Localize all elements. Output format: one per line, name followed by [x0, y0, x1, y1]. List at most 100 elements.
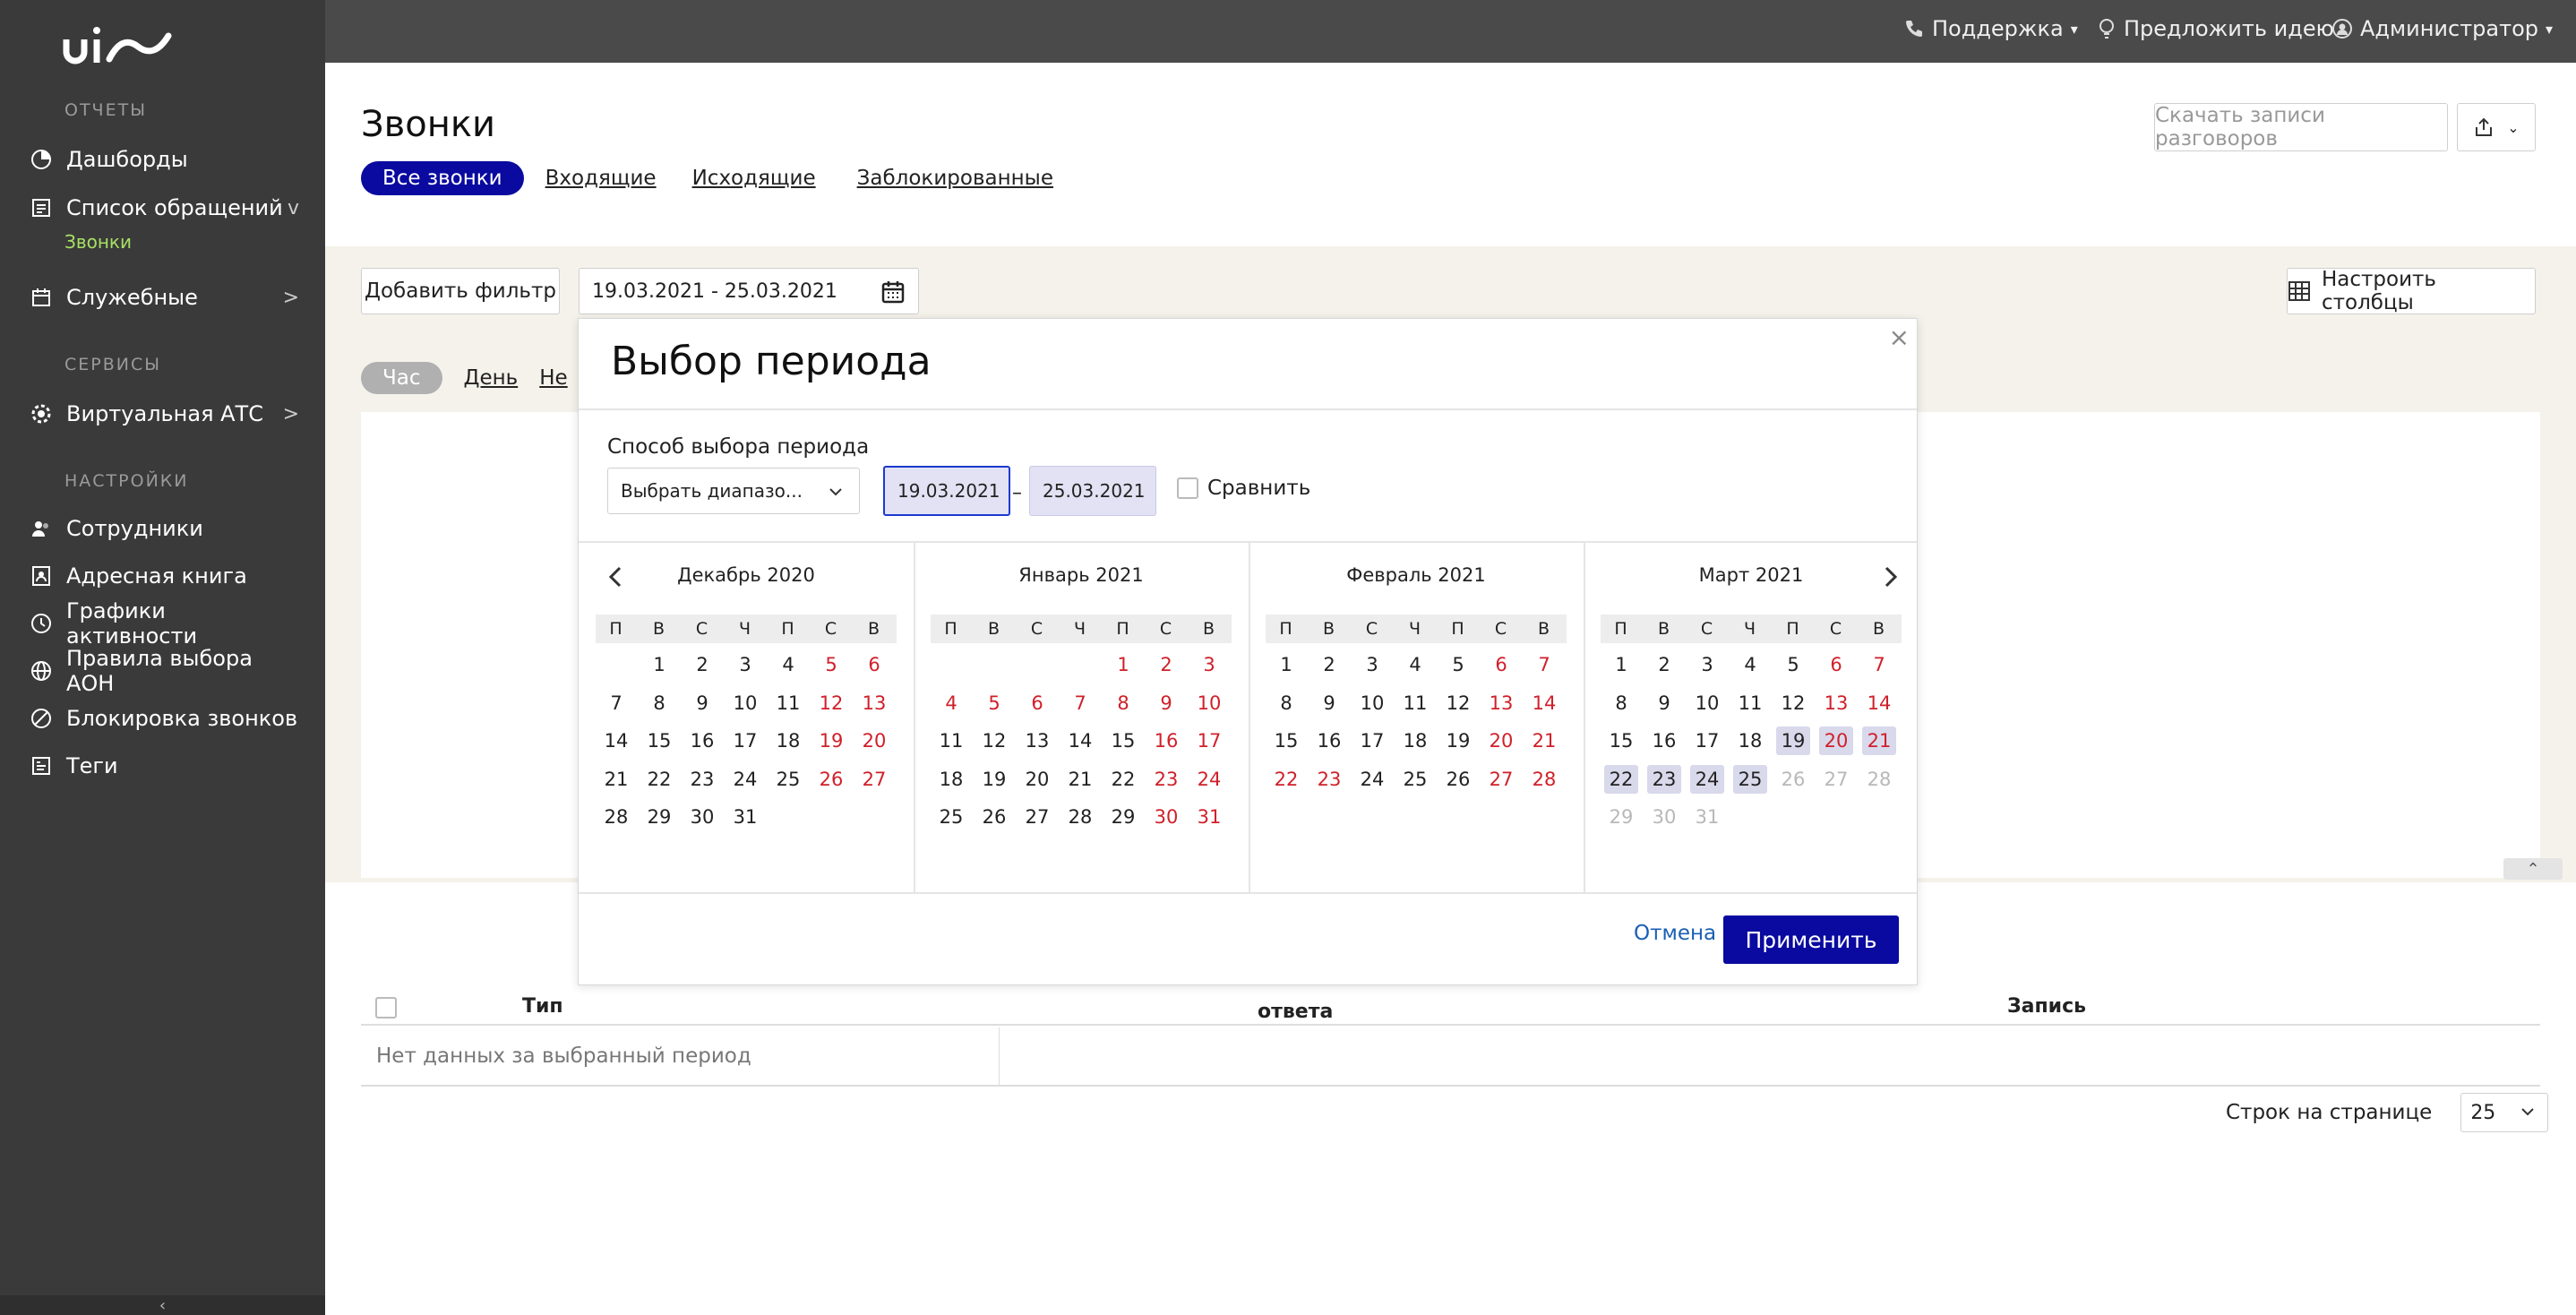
calendar-day[interactable]: 24 [1192, 765, 1226, 794]
calendar-day[interactable]: 25 [1733, 764, 1767, 794]
calendar-day[interactable]: 16 [685, 726, 719, 755]
admin-menu[interactable]: Администратор ▾ [2331, 11, 2553, 47]
calendar-day[interactable]: 24 [1690, 764, 1724, 794]
calendar-day[interactable]: 29 [1106, 803, 1140, 831]
calendar-day[interactable]: 28 [1063, 803, 1097, 831]
calendar-day[interactable]: 12 [814, 689, 848, 718]
sidebar-item-employees[interactable]: Сотрудники [30, 511, 299, 546]
calendar-day[interactable]: 3 [1355, 650, 1389, 679]
calendar-day[interactable]: 3 [728, 650, 762, 679]
calendar-day[interactable]: 20 [1484, 726, 1518, 755]
calendar-day[interactable]: 1 [1106, 650, 1140, 679]
method-select[interactable]: Выбрать диапазо... [607, 468, 860, 514]
chevron-right-icon[interactable] [1879, 564, 1901, 589]
calendar-day[interactable]: 27 [857, 765, 891, 794]
calendar-day[interactable]: 31 [1192, 803, 1226, 831]
calendar-day[interactable]: 17 [1690, 726, 1724, 755]
calendar-day[interactable]: 25 [1398, 765, 1432, 794]
calendar-day[interactable]: 17 [1355, 726, 1389, 755]
calendar-day[interactable]: 2 [1312, 650, 1346, 679]
calendar-day[interactable]: 1 [1604, 650, 1638, 679]
calendar-day[interactable]: 11 [771, 689, 805, 718]
calendar-day[interactable]: 2 [685, 650, 719, 679]
calendar-day[interactable]: 18 [771, 726, 805, 755]
calendar-day[interactable]: 12 [977, 726, 1011, 755]
calendar-day[interactable]: 12 [1776, 689, 1810, 718]
add-filter-button[interactable]: Добавить фильтр [361, 268, 560, 314]
sidebar-item-requests[interactable]: Список обращений v [30, 190, 299, 226]
calendar-day[interactable]: 13 [1819, 689, 1853, 718]
calendar-day[interactable]: 22 [642, 765, 676, 794]
calendar-day[interactable]: 8 [1269, 689, 1303, 718]
suggest-idea-link[interactable]: Предложить идею [2097, 11, 2334, 47]
calendar-day[interactable]: 21 [1862, 726, 1896, 756]
calendar-day[interactable]: 24 [1355, 765, 1389, 794]
calendar-day[interactable]: 19 [1776, 726, 1810, 756]
calendar-day[interactable]: 15 [1106, 726, 1140, 755]
calendar-day[interactable]: 7 [1063, 689, 1097, 718]
close-icon[interactable]: × [1889, 322, 1910, 352]
calendar-day[interactable]: 16 [1312, 726, 1346, 755]
calendar-day[interactable]: 10 [1690, 689, 1724, 718]
calendar-day[interactable]: 21 [1527, 726, 1561, 755]
calendar-day[interactable]: 30 [1149, 803, 1183, 831]
compare-checkbox[interactable] [1177, 477, 1198, 499]
calendar-day[interactable]: 18 [934, 765, 968, 794]
tab-incoming[interactable]: Входящие [545, 161, 657, 195]
calendar-day[interactable]: 14 [1063, 726, 1097, 755]
calendar-day[interactable]: 27 [1484, 765, 1518, 794]
calendar-day[interactable]: 28 [1527, 765, 1561, 794]
calendar-day[interactable]: 27 [1020, 803, 1054, 831]
calendar-day[interactable]: 6 [1484, 650, 1518, 679]
calendar-day[interactable]: 1 [642, 650, 676, 679]
calendar-day[interactable]: 21 [599, 765, 633, 794]
sidebar-item-service[interactable]: Служебные > [30, 279, 299, 315]
calendar-day[interactable]: 26 [1441, 765, 1475, 794]
calendar-day[interactable]: 28 [599, 803, 633, 831]
granularity-day[interactable]: День [464, 362, 519, 394]
date-to-input[interactable]: 25.03.2021 [1029, 466, 1156, 516]
download-records-button[interactable]: Скачать записи разговоров [2154, 103, 2448, 151]
calendar-day[interactable]: 9 [1312, 689, 1346, 718]
chart-collapse-button[interactable]: ⌃ [2503, 858, 2563, 880]
calendar-day[interactable]: 7 [599, 689, 633, 718]
column-answer[interactable]: ответа [1258, 1001, 1333, 1023]
calendar-day[interactable]: 17 [1192, 726, 1226, 755]
sidebar-collapse-button[interactable]: ‹ [0, 1295, 325, 1315]
sidebar-item-activity[interactable]: Графики активности [30, 598, 299, 649]
calendar-day[interactable]: 6 [1020, 689, 1054, 718]
compare-toggle[interactable]: Сравнить [1177, 477, 1310, 500]
calendar-day[interactable]: 11 [1733, 689, 1767, 718]
calendar-day[interactable]: 19 [814, 726, 848, 755]
sidebar-item-call-blocking[interactable]: Блокировка звонков [30, 700, 299, 736]
tab-all-calls[interactable]: Все звонки [361, 161, 524, 195]
calendar-day[interactable]: 21 [1063, 765, 1097, 794]
chevron-left-icon[interactable] [605, 564, 627, 589]
tab-outgoing[interactable]: Исходящие [692, 161, 816, 195]
calendar-day[interactable]: 5 [814, 650, 848, 679]
calendar-day[interactable]: 9 [1647, 689, 1681, 718]
sidebar-item-tags[interactable]: Теги [30, 748, 299, 784]
calendar-day[interactable]: 13 [1484, 689, 1518, 718]
calendar-day[interactable]: 5 [1776, 650, 1810, 679]
calendar-day[interactable]: 20 [1819, 726, 1853, 756]
calendar-day[interactable]: 15 [1269, 726, 1303, 755]
calendar-day[interactable]: 4 [1733, 650, 1767, 679]
sidebar-item-address-book[interactable]: Адресная книга [30, 558, 299, 594]
calendar-day[interactable]: 14 [1527, 689, 1561, 718]
calendar-day[interactable]: 7 [1527, 650, 1561, 679]
calendar-day[interactable]: 3 [1192, 650, 1226, 679]
select-all-checkbox[interactable] [375, 997, 397, 1018]
calendar-day[interactable]: 6 [1819, 650, 1853, 679]
calendar-day[interactable]: 15 [1604, 726, 1638, 755]
calendar-day[interactable]: 31 [728, 803, 762, 831]
calendar-day[interactable]: 9 [685, 689, 719, 718]
calendar-day[interactable]: 2 [1149, 650, 1183, 679]
calendar-day[interactable]: 7 [1862, 650, 1896, 679]
calendar-day[interactable]: 11 [934, 726, 968, 755]
sidebar-item-dashboards[interactable]: Дашборды [30, 142, 299, 177]
calendar-day[interactable]: 22 [1106, 765, 1140, 794]
calendar-day[interactable]: 11 [1398, 689, 1432, 718]
calendar-day[interactable]: 25 [771, 765, 805, 794]
tab-blocked[interactable]: Заблокированные [857, 161, 1053, 195]
